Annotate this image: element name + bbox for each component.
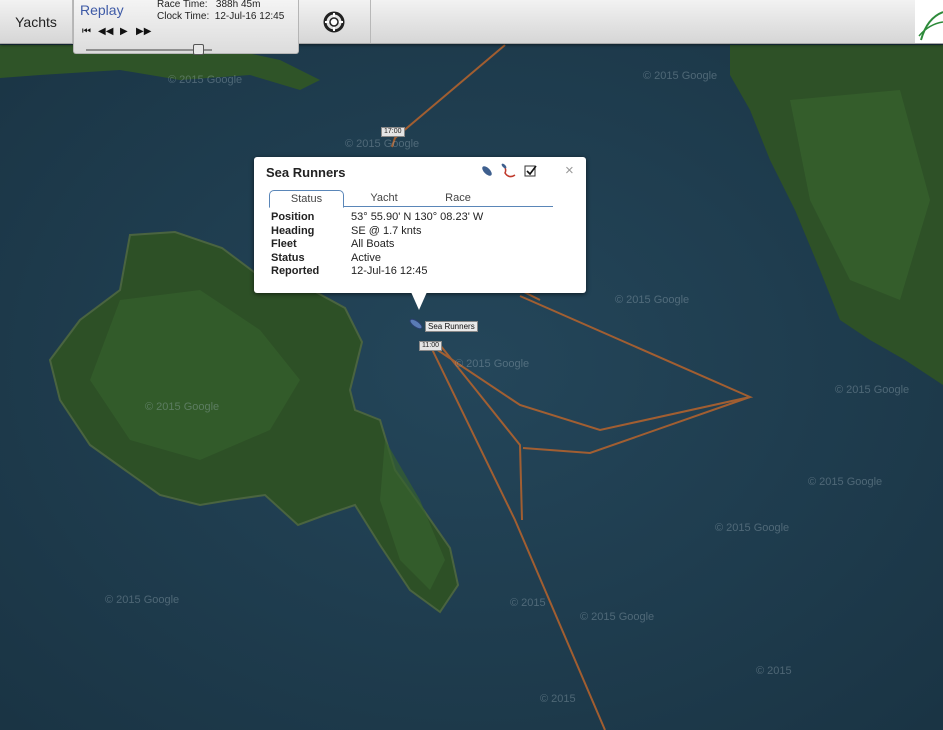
clock-time-value: 12-Jul-16 12:45	[214, 11, 285, 22]
field-label: Reported	[271, 265, 320, 277]
field-value: All Boats	[351, 238, 395, 250]
map-watermark: © 2015	[756, 665, 792, 677]
field-label: Fleet	[271, 238, 297, 250]
brand-logo	[915, 0, 943, 43]
map-watermark: © 2015	[540, 693, 576, 705]
map-watermark: © 2015 Google	[145, 401, 219, 413]
map-watermark: © 2015 Google	[455, 358, 529, 370]
status-fields: Position 53° 55.90' N 130° 08.23' W Headi…	[271, 211, 483, 279]
lifebuoy-icon	[323, 11, 345, 32]
field-row: Position 53° 55.90' N 130° 08.23' W	[271, 211, 483, 225]
skip-to-start-icon[interactable]: ⏮	[82, 27, 91, 37]
rewind-icon[interactable]: ◀◀	[98, 27, 113, 37]
field-value: 53° 55.90' N 130° 08.23' W	[351, 211, 484, 223]
swoosh-logo-icon	[918, 11, 943, 41]
field-row: Heading SE @ 1.7 knts	[271, 225, 483, 239]
map-watermark: © 2015 Google	[835, 384, 909, 396]
map-watermark: © 2015 Google	[615, 294, 689, 306]
lifebuoy-button[interactable]	[298, 0, 371, 43]
tab-status[interactable]: Status	[269, 190, 344, 208]
map-watermark: © 2015 Google	[168, 74, 242, 86]
replay-panel: Replay Race Time: 388h 45m Clock Time: 1…	[73, 0, 299, 55]
tab-yacht[interactable]: Yacht	[359, 190, 409, 206]
field-value: SE @ 1.7 knts	[351, 224, 422, 237]
checkbox-icon[interactable]	[524, 164, 538, 178]
time-marker-11: 11:00	[419, 341, 442, 351]
yacht-info-popup: Sea Runners × Status Yacht Race Position…	[254, 157, 586, 293]
field-row: Fleet All Boats	[271, 238, 483, 252]
map-watermark: © 2015 Google	[580, 611, 654, 623]
close-icon[interactable]: ×	[565, 162, 574, 179]
boat-icon[interactable]	[480, 164, 494, 178]
tab-race[interactable]: Race	[433, 190, 483, 206]
race-info: Race Time: 388h 45m Clock Time: 12-Jul-1…	[157, 0, 284, 23]
field-label: Position	[271, 211, 315, 223]
field-row: Status Active	[271, 252, 483, 266]
map-watermark: © 2015	[510, 597, 546, 609]
clock-time-label: Clock Time:	[157, 11, 210, 22]
replay-title: Replay	[80, 2, 124, 18]
fast-forward-icon[interactable]: ▶▶	[136, 27, 151, 37]
replay-slider-handle[interactable]	[193, 44, 204, 55]
field-row: Reported 12-Jul-16 12:45	[271, 265, 483, 279]
field-label: Status	[271, 251, 305, 264]
map-watermark: © 2015 Google	[345, 138, 419, 150]
map-watermark: © 2015 Google	[643, 70, 717, 82]
boat-label[interactable]: Sea Runners	[425, 321, 478, 332]
yachts-button[interactable]: Yachts	[0, 0, 73, 43]
popup-tabs: Status Yacht Race	[269, 190, 553, 208]
popup-title: Sea Runners	[266, 165, 346, 180]
map-watermark: © 2015 Google	[715, 522, 789, 534]
field-value: Active	[351, 251, 381, 264]
popup-pointer	[411, 292, 427, 310]
play-icon[interactable]: ▶	[120, 27, 128, 37]
race-time-value: 388h 45m	[215, 0, 261, 10]
field-label: Heading	[271, 224, 315, 237]
time-marker-17: 17:00	[381, 127, 405, 137]
map-watermark: © 2015 Google	[808, 476, 882, 488]
race-time-label: Race Time:	[157, 0, 208, 10]
track-icon[interactable]	[501, 163, 517, 179]
yachts-label: Yachts	[15, 13, 57, 30]
satellite-map[interactable]: © 2015 Google © 2015 Google © 2015 Googl…	[0, 0, 943, 730]
field-value: 12-Jul-16 12:45	[351, 265, 428, 277]
map-watermark: © 2015 Google	[105, 594, 179, 606]
